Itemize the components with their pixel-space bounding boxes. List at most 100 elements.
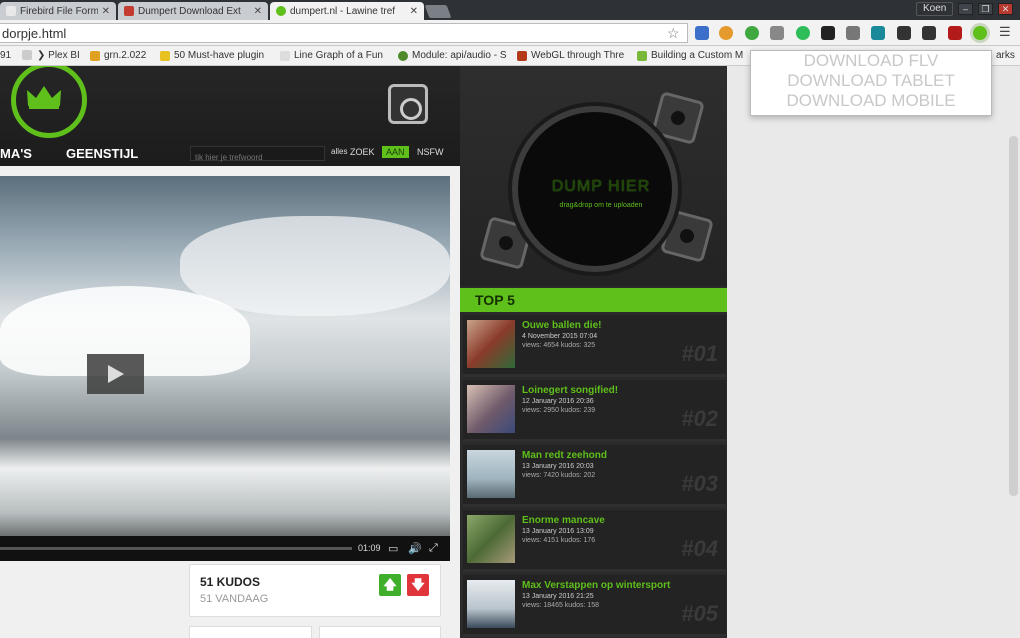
bookmark-item[interactable]: Module: api/audio - S bbox=[398, 50, 507, 61]
video-player[interactable]: 01:09 ▭ 🔊 ⤢ bbox=[0, 176, 450, 561]
pause-icon[interactable] bbox=[897, 26, 911, 40]
tab-title: dumpert.nl - Lawine tref bbox=[290, 5, 396, 17]
tab-firebird[interactable]: Firebird File Format - G ✕ bbox=[0, 2, 116, 20]
top5-item[interactable]: Enorme mancave 13 January 2016 13:09 vie… bbox=[463, 510, 726, 572]
seek-bar[interactable] bbox=[0, 547, 352, 550]
paper-plane-icon[interactable] bbox=[770, 26, 784, 40]
search-button[interactable]: ZOEK bbox=[346, 146, 379, 158]
nav-link-films[interactable]: MA'S bbox=[0, 146, 32, 161]
bookmark-item[interactable]: Building a Custom M bbox=[637, 50, 743, 61]
top5-item[interactable]: Loinegert songified! 12 January 2016 20:… bbox=[463, 380, 726, 442]
top5-item-title[interactable]: Ouwe ballen die! bbox=[522, 320, 601, 331]
download-tablet-link[interactable]: DOWNLOAD TABLET bbox=[751, 71, 991, 91]
video-time: 01:09 bbox=[358, 543, 381, 553]
site-search[interactable] bbox=[190, 146, 325, 162]
video-thumbnail[interactable] bbox=[467, 515, 515, 563]
tab-title: Dumpert Download Ext bbox=[138, 5, 241, 17]
top5-item[interactable]: Max Verstappen op wintersport 13 January… bbox=[463, 575, 726, 637]
dump-upload-panel[interactable]: DUMP HIER drag&drop om te uploaden bbox=[460, 66, 727, 286]
bookmark-sync-icon[interactable] bbox=[695, 26, 709, 40]
maximize-button[interactable]: ❐ bbox=[978, 3, 993, 15]
bookmark-item[interactable]: 91 bbox=[0, 50, 11, 61]
top5-item-title[interactable]: Enorme mancave bbox=[522, 515, 605, 526]
top5-item-stats: views: 4151 kudos: 176 bbox=[522, 537, 596, 544]
qr-icon[interactable] bbox=[821, 26, 835, 40]
video-thumbnail[interactable] bbox=[467, 320, 515, 368]
dump-title: DUMP HIER bbox=[551, 178, 651, 195]
menu-icon[interactable]: ☰ bbox=[999, 24, 1015, 39]
tab-favicon bbox=[276, 6, 286, 16]
close-icon[interactable]: ✕ bbox=[254, 6, 262, 17]
fullscreen-icon[interactable]: ⤢ bbox=[429, 542, 438, 555]
close-icon[interactable]: ✕ bbox=[102, 6, 110, 17]
other-bookmarks[interactable]: arks bbox=[996, 50, 1015, 61]
close-window-button[interactable]: ✕ bbox=[998, 3, 1013, 15]
play-button[interactable] bbox=[87, 354, 144, 394]
bookmark-label: Line Graph of a Fun bbox=[294, 50, 383, 61]
close-icon[interactable]: ✕ bbox=[410, 6, 418, 17]
new-tab-button[interactable] bbox=[424, 5, 452, 18]
top5-item-stats: views: 7420 kudos: 202 bbox=[522, 472, 596, 479]
nav-link-geenstijl[interactable]: GEENSTIJL bbox=[66, 146, 138, 161]
tab-favicon bbox=[6, 6, 16, 16]
volume-icon[interactable]: 🔊 bbox=[408, 542, 422, 555]
video-thumbnail[interactable] bbox=[467, 580, 515, 628]
dumpert-ext-icon[interactable] bbox=[973, 26, 987, 40]
chart-icon[interactable] bbox=[871, 26, 885, 40]
leaf-icon[interactable] bbox=[745, 26, 759, 40]
page-icon bbox=[280, 50, 290, 61]
bookmark-item[interactable]: WebGL through Thre bbox=[517, 50, 624, 61]
upvote-button[interactable]: 🡅 bbox=[379, 574, 401, 596]
share-box[interactable] bbox=[319, 626, 441, 638]
top5-item-rank: #05 bbox=[681, 601, 718, 626]
top5-item-date: 12 January 2016 20:36 bbox=[522, 398, 594, 405]
cast-icon[interactable] bbox=[846, 26, 860, 40]
tab-dumpert-active[interactable]: dumpert.nl - Lawine tref ✕ bbox=[270, 2, 424, 20]
search-input[interactable] bbox=[191, 153, 321, 162]
download-flv-link[interactable]: DOWNLOAD FLV bbox=[751, 51, 991, 71]
download-popup: DOWNLOAD FLV DOWNLOAD TABLET DOWNLOAD MO… bbox=[750, 50, 992, 116]
nsfw-toggle-on[interactable]: AAN bbox=[382, 146, 409, 158]
camera-icon[interactable] bbox=[388, 84, 428, 124]
video-card: 01:09 ▭ 🔊 ⤢ 51 KUDOS 51 VANDAAG 🡅 🡇 bbox=[0, 166, 460, 638]
share-box[interactable] bbox=[189, 626, 312, 638]
top5-item-date: 13 January 2016 21:25 bbox=[522, 593, 594, 600]
minimize-button[interactable]: – bbox=[958, 3, 973, 15]
bookmark-star-icon[interactable]: ☆ bbox=[667, 25, 680, 42]
captions-icon[interactable]: ▭ bbox=[388, 542, 398, 555]
bookmark-item[interactable] bbox=[22, 50, 36, 60]
top5-item-date: 4 November 2015 07:04 bbox=[522, 333, 598, 340]
profile-button[interactable]: Koen bbox=[916, 2, 954, 16]
bookmark-label: Building a Custom M bbox=[651, 50, 744, 61]
kudos-count: 51 KUDOS bbox=[200, 575, 261, 589]
address-bar[interactable]: ☆ bbox=[0, 23, 688, 43]
android-icon bbox=[637, 50, 647, 61]
browser-toolbar: ☆ bbox=[0, 20, 1020, 46]
bookmark-item[interactable]: Line Graph of a Fun bbox=[280, 50, 383, 61]
top5-item-title[interactable]: Loinegert songified! bbox=[522, 385, 618, 396]
tab-dumpert-extension[interactable]: Dumpert Download Ext ✕ bbox=[118, 2, 268, 20]
top5-item-title[interactable]: Max Verstappen op wintersport bbox=[522, 580, 670, 591]
video-thumbnail[interactable] bbox=[467, 450, 515, 498]
top5-item-date: 13 January 2016 20:03 bbox=[522, 463, 594, 470]
window-icon[interactable] bbox=[922, 26, 936, 40]
bookmark-item[interactable]: ❯ Plex BI bbox=[37, 50, 80, 61]
bookmark-item[interactable]: 50 Must-have plugin bbox=[160, 50, 264, 61]
url-input[interactable] bbox=[0, 24, 640, 42]
top5-item[interactable]: Man redt zeehond 13 January 2016 20:03 v… bbox=[463, 445, 726, 507]
bookmark-label: 50 Must-have plugin bbox=[174, 50, 265, 61]
download-mobile-link[interactable]: DOWNLOAD MOBILE bbox=[751, 91, 991, 111]
top5-item-rank: #03 bbox=[681, 471, 718, 496]
downvote-button[interactable]: 🡇 bbox=[407, 574, 429, 596]
nsfw-label[interactable]: NSFW bbox=[413, 146, 448, 158]
dump-dropzone[interactable]: DUMP HIER drag&drop om te uploaden bbox=[512, 106, 678, 272]
top5-item[interactable]: Ouwe ballen die! 4 November 2015 07:04 v… bbox=[463, 315, 726, 377]
cookie-icon[interactable] bbox=[719, 26, 733, 40]
video-thumbnail[interactable] bbox=[467, 385, 515, 433]
top5-item-title[interactable]: Man redt zeehond bbox=[522, 450, 607, 461]
kudos-today: 51 VANDAAG bbox=[200, 593, 269, 605]
ublock-icon[interactable] bbox=[948, 26, 962, 40]
spotify-icon[interactable] bbox=[796, 26, 810, 40]
page-scrollbar[interactable] bbox=[1009, 136, 1018, 496]
bookmark-item[interactable]: grn.2.022 bbox=[90, 50, 146, 61]
